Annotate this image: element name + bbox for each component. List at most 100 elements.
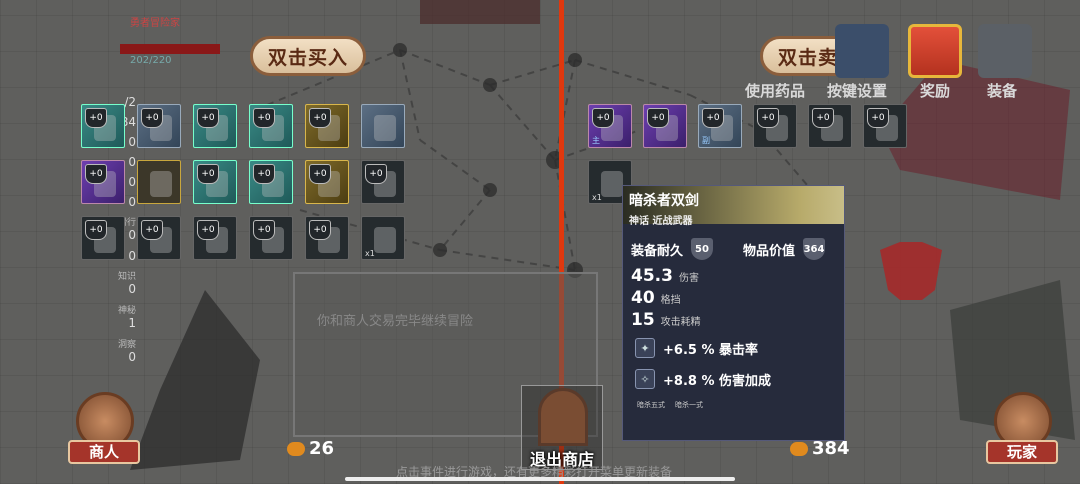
player-coins: 384 — [790, 438, 850, 459]
potion-icon[interactable] — [835, 24, 889, 78]
inventory-slot[interactable]: x1 — [361, 216, 405, 260]
item-subtitle: 神话 近战武器 — [629, 216, 693, 227]
upgrade-badge: +0 — [85, 220, 107, 240]
damage-icon: ✧ — [635, 369, 655, 389]
upgrade-badge: +0 — [197, 220, 219, 240]
dialog-text: 你和商人交易完毕继续冒险 — [317, 314, 474, 329]
door-icon — [538, 388, 588, 446]
stat-label: 神秘 — [117, 306, 136, 316]
upgrade-badge: +0 — [253, 220, 275, 240]
reward-label[interactable]: 奖励 — [920, 80, 950, 101]
buy-banner: 双击买入 — [250, 36, 366, 76]
upgrade-badge: +0 — [253, 164, 275, 184]
inventory-slot[interactable]: +0 — [863, 104, 907, 148]
inventory-slot[interactable]: +0 — [137, 104, 181, 148]
spider-icon — [374, 227, 396, 253]
inventory-slot[interactable]: +0 — [753, 104, 797, 148]
exit-shop-button[interactable]: 退出商店 — [521, 385, 603, 470]
inventory-slot[interactable]: +0 — [305, 160, 349, 204]
skill-1: 暗杀五式 — [637, 401, 665, 409]
upgrade-badge: +0 — [141, 220, 163, 240]
item-count: x1 — [592, 193, 602, 202]
upgrade-badge: +0 — [592, 108, 614, 128]
upgrade-badge: +0 — [197, 108, 219, 128]
inventory-slot[interactable]: +0 — [137, 216, 181, 260]
value-label: 物品价值 — [743, 243, 796, 259]
upgrade-badge: +0 — [867, 108, 889, 128]
upgrade-badge: +0 — [812, 108, 834, 128]
inventory-slot[interactable] — [361, 104, 405, 148]
inventory-slot[interactable]: +0 — [361, 160, 405, 204]
tooltip-header: 暗杀者双剑 神话 近战武器 — [623, 186, 844, 227]
block-value: 40 — [631, 288, 655, 308]
key-settings-label[interactable]: 按键设置 — [827, 80, 887, 101]
gift-icon[interactable] — [908, 24, 962, 78]
inventory-slot[interactable]: +0 — [81, 160, 125, 204]
stat-value: 1 — [128, 316, 136, 330]
upgrade-badge: +0 — [85, 108, 107, 128]
inventory-slot[interactable]: +0 — [81, 216, 125, 260]
upgrade-badge: +0 — [309, 164, 331, 184]
upgrade-badge: +0 — [309, 220, 331, 240]
inventory-slot[interactable]: +0 — [305, 216, 349, 260]
slot-tag: 副 — [702, 136, 710, 145]
cloak-icon — [150, 171, 172, 197]
upgrade-badge: +0 — [85, 164, 107, 184]
inventory-slot[interactable]: +0 — [193, 160, 237, 204]
inventory-slot[interactable]: +0 — [643, 104, 687, 148]
upgrade-badge: +0 — [647, 108, 669, 128]
item-tooltip: 暗杀者双剑 神话 近战武器 装备耐久 50 物品价值 364 45.3 伤害 4… — [622, 185, 845, 441]
inventory-slot[interactable]: +0 — [193, 216, 237, 260]
home-indicator[interactable] — [345, 477, 735, 481]
stat-value: 0 — [128, 282, 136, 296]
stat-row: 知识 0 — [70, 269, 142, 303]
hp-text: 202/220 — [130, 55, 172, 66]
use-potion-label[interactable]: 使用药品 — [745, 80, 805, 101]
damage-value: 45.3 — [631, 266, 673, 286]
inventory-slot[interactable]: +0 — [81, 104, 125, 148]
upgrade-badge: +0 — [309, 108, 331, 128]
stat-label: 洞察 — [117, 340, 136, 350]
slot-tag: 主 — [592, 136, 600, 145]
stamina-label: 攻击耗精 — [660, 316, 701, 328]
stamina-value: 15 — [631, 310, 655, 330]
player-portrait[interactable]: 玩家 — [986, 392, 1058, 464]
item-count: x1 — [365, 249, 375, 258]
skill-2: 暗杀一式 — [675, 401, 703, 409]
upgrade-badge: +0 — [702, 108, 724, 128]
inventory-slot[interactable]: +0 — [305, 104, 349, 148]
player-name: 勇者冒险家 — [130, 18, 180, 29]
meat-icon — [601, 171, 623, 197]
affix-crit: +6.5 % 暴击率 — [663, 342, 758, 358]
damage-label: 伤害 — [678, 272, 699, 284]
inventory-slot[interactable]: +0 副 — [698, 104, 742, 148]
inventory-slot[interactable]: +0 — [193, 104, 237, 148]
stat-label: 知识 — [117, 272, 136, 282]
player-label: 玩家 — [986, 440, 1058, 464]
inventory-slot[interactable]: +0 — [249, 216, 293, 260]
merchant-portrait[interactable]: 商人 — [68, 392, 140, 464]
item-value: 364 — [803, 238, 826, 260]
player-coin-value: 384 — [812, 438, 850, 459]
inventory-slot[interactable]: +0 — [249, 160, 293, 204]
merchant-label: 商人 — [68, 440, 140, 464]
crit-icon: ✦ — [635, 338, 655, 358]
affix-damage: +8.8 % 伤害加成 — [663, 373, 771, 389]
greave-icon — [374, 115, 396, 141]
durability-value: 50 — [691, 238, 714, 260]
upgrade-badge: +0 — [141, 108, 163, 128]
hp-bar — [120, 44, 220, 54]
inventory-slot[interactable]: +0 主 — [588, 104, 632, 148]
inventory-slot[interactable]: +0 — [808, 104, 852, 148]
upgrade-badge: +0 — [253, 108, 275, 128]
helmet-icon[interactable] — [978, 24, 1032, 78]
block-label: 格挡 — [660, 294, 681, 306]
merchant-coin-value: 26 — [309, 438, 335, 459]
upgrade-badge: +0 — [757, 108, 779, 128]
durability-label: 装备耐久 — [631, 243, 684, 259]
stat-row: 神秘 1 — [70, 303, 142, 337]
equipment-label[interactable]: 装备 — [987, 80, 1017, 101]
inventory-slot[interactable]: +0 — [249, 104, 293, 148]
stat-row: 洞察 0 — [70, 337, 142, 371]
inventory-slot[interactable] — [137, 160, 181, 204]
